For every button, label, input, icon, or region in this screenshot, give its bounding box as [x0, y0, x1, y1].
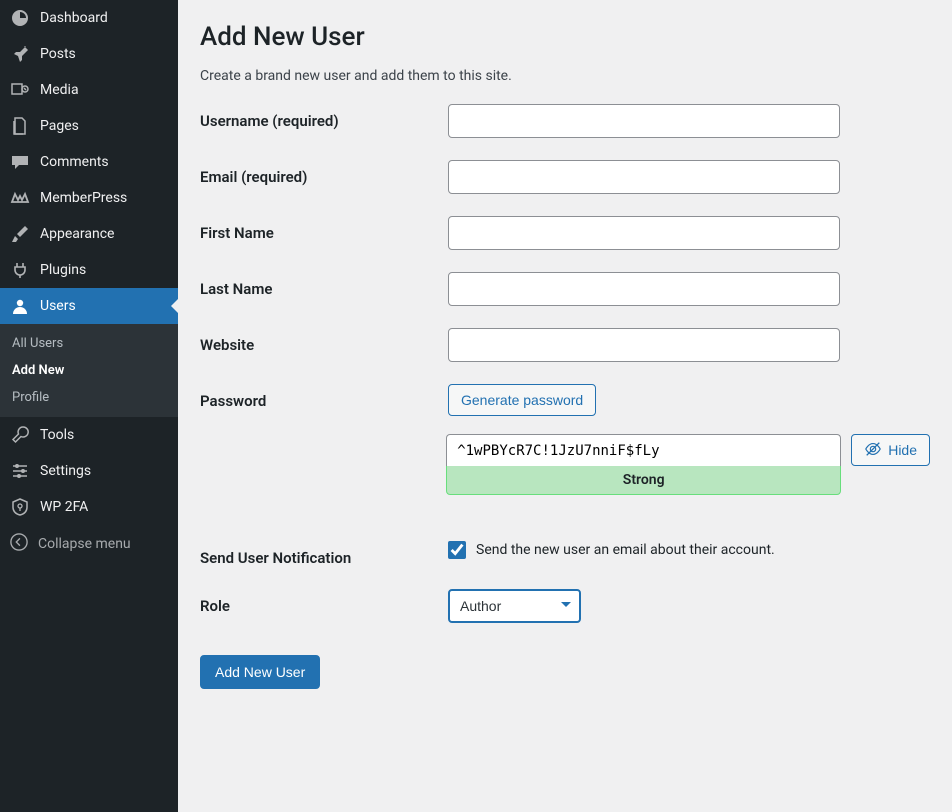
sidebar-item-label: WP 2FA: [40, 499, 88, 515]
collapse-icon: [10, 533, 28, 555]
sidebar-item-tools[interactable]: Tools: [0, 417, 178, 453]
wrench-icon: [10, 425, 30, 445]
sidebar-item-posts[interactable]: Posts: [0, 36, 178, 72]
lastname-label: Last Name: [200, 272, 448, 298]
collapse-label: Collapse menu: [38, 536, 131, 552]
page-title: Add New User: [200, 10, 930, 56]
admin-sidebar: Dashboard Posts Media Pages Comments MemberPr…: [0, 0, 178, 812]
plug-icon: [10, 260, 30, 280]
submenu-item-all-users[interactable]: All Users: [0, 330, 178, 357]
pin-icon: [10, 44, 30, 64]
media-icon: [10, 80, 30, 100]
username-label: Username (required): [200, 104, 448, 130]
sidebar-item-wp2fa[interactable]: WP 2FA: [0, 489, 178, 525]
sidebar-item-label: MemberPress: [40, 190, 127, 206]
sidebar-item-label: Appearance: [40, 226, 114, 242]
sidebar-item-label: Dashboard: [40, 10, 108, 26]
dashboard-icon: [10, 8, 30, 28]
main-content: Add New User Create a brand new user and…: [178, 0, 952, 812]
firstname-label: First Name: [200, 216, 448, 242]
sidebar-item-memberpress[interactable]: MemberPress: [0, 180, 178, 216]
sidebar-item-settings[interactable]: Settings: [0, 453, 178, 489]
eye-slash-icon: [864, 440, 882, 461]
website-label: Website: [200, 328, 448, 354]
password-input[interactable]: [446, 434, 841, 466]
sidebar-item-label: Comments: [40, 154, 109, 170]
notification-text: Send the new user an email about their a…: [476, 542, 775, 558]
memberpress-icon: [10, 188, 30, 208]
sidebar-item-label: Pages: [40, 118, 79, 134]
sidebar-item-label: Plugins: [40, 262, 86, 278]
add-new-user-button[interactable]: Add New User: [200, 655, 320, 689]
sidebar-item-label: Settings: [40, 463, 91, 479]
submenu-item-profile[interactable]: Profile: [0, 384, 178, 411]
website-input[interactable]: [448, 328, 840, 362]
email-label: Email (required): [200, 160, 448, 186]
sidebar-item-media[interactable]: Media: [0, 72, 178, 108]
sidebar-item-label: Media: [40, 82, 79, 98]
firstname-input[interactable]: [448, 216, 840, 250]
password-label: Password: [200, 384, 448, 410]
user-icon: [10, 296, 30, 316]
sidebar-item-label: Tools: [40, 427, 74, 443]
sidebar-item-comments[interactable]: Comments: [0, 144, 178, 180]
username-input[interactable]: [448, 104, 840, 138]
lastname-input[interactable]: [448, 272, 840, 306]
sidebar-item-label: Users: [40, 298, 76, 314]
comment-icon: [10, 152, 30, 172]
brush-icon: [10, 224, 30, 244]
collapse-menu[interactable]: Collapse menu: [0, 525, 178, 563]
sidebar-item-pages[interactable]: Pages: [0, 108, 178, 144]
password-strength-indicator: Strong: [446, 465, 841, 495]
sidebar-item-users[interactable]: Users: [0, 288, 178, 324]
submenu-users: All UsersAdd NewProfile: [0, 324, 178, 417]
sidebar-item-label: Posts: [40, 46, 76, 62]
sidebar-item-plugins[interactable]: Plugins: [0, 252, 178, 288]
sidebar-item-dashboard[interactable]: Dashboard: [0, 0, 178, 36]
email-input[interactable]: [448, 160, 840, 194]
user-form: Username (required) Email (required) Fir…: [200, 104, 930, 689]
page-description: Create a brand new user and add them to …: [200, 68, 930, 84]
generate-password-button[interactable]: Generate password: [448, 384, 596, 416]
role-select[interactable]: Author: [448, 589, 581, 623]
shield-icon: [10, 497, 30, 517]
role-label: Role: [200, 589, 448, 615]
notification-label: Send User Notification: [200, 541, 448, 567]
submenu-item-add-new[interactable]: Add New: [0, 357, 178, 384]
hide-password-button[interactable]: Hide: [851, 434, 930, 466]
notification-row[interactable]: Send the new user an email about their a…: [448, 541, 843, 559]
sliders-icon: [10, 461, 30, 481]
sidebar-item-appearance[interactable]: Appearance: [0, 216, 178, 252]
pages-icon: [10, 116, 30, 136]
notification-checkbox[interactable]: [448, 541, 466, 559]
